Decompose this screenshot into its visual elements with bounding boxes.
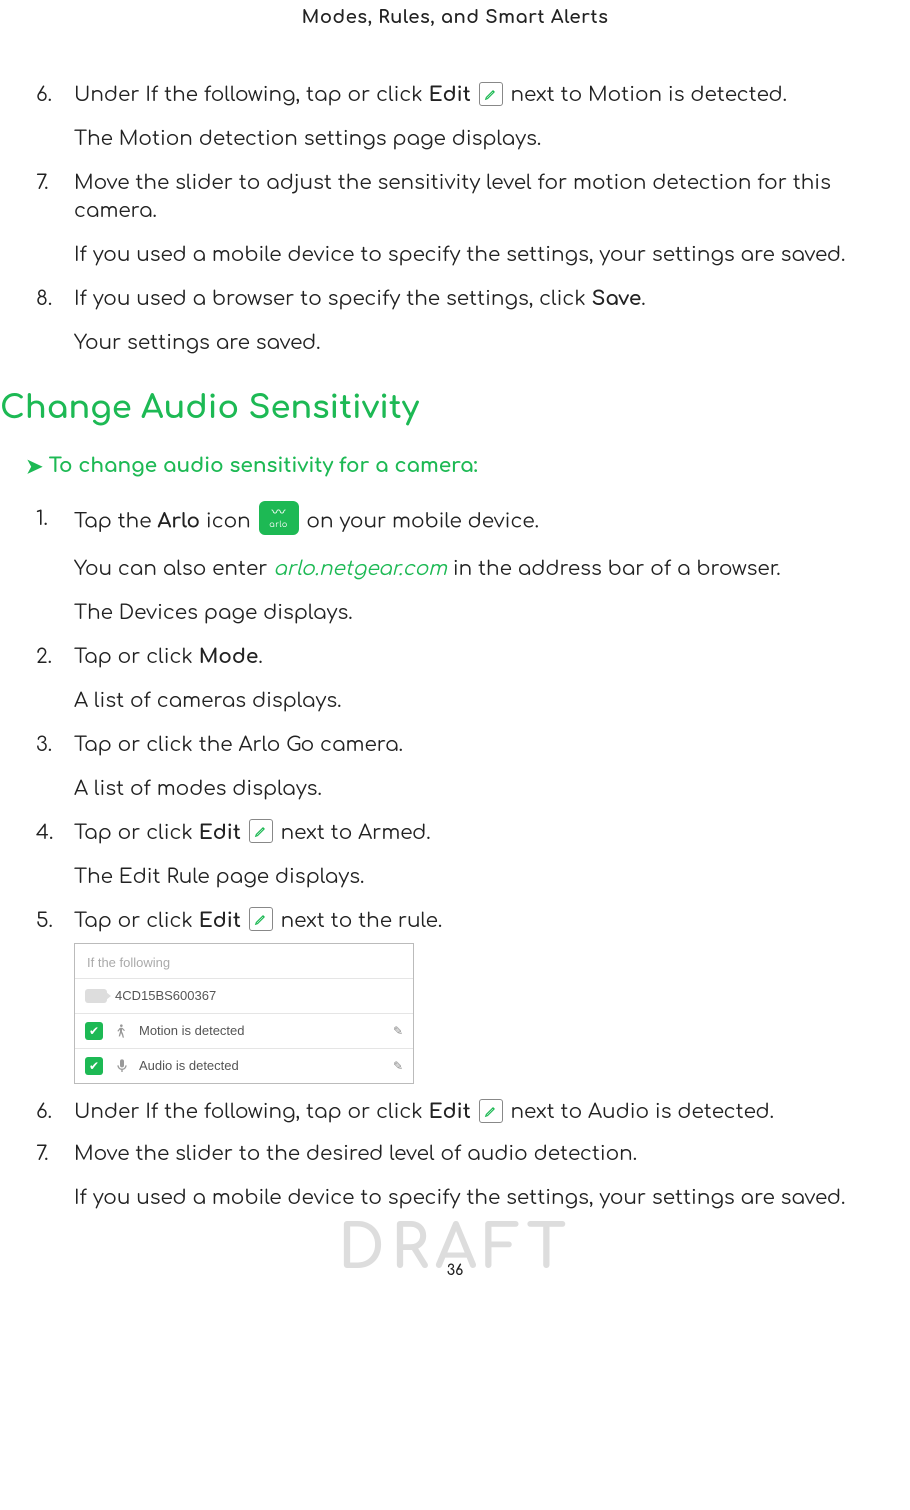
step-followup: The Devices page displays.: [74, 599, 880, 627]
motion-row: ✔ Motion is detected ✎: [75, 1013, 413, 1048]
audio-step-4: 4. Tap or click Edit next to Armed. The …: [74, 819, 880, 891]
step-6: 6. Under If the following, tap or click …: [74, 81, 880, 153]
section-heading: Change Audio Sensitivity: [0, 387, 880, 432]
step-number: 5.: [36, 907, 53, 935]
rule-conditions-screenshot: If the following 4CD15BS600367 ✔ Motion …: [74, 943, 414, 1085]
step-text: Under If the following, tap or click: [74, 1100, 429, 1123]
step-number: 7.: [36, 169, 48, 197]
step-text-post: next to Audio is detected.: [505, 1100, 774, 1123]
step-text: Tap or click: [74, 909, 199, 932]
top-steps-list: 6. Under If the following, tap or click …: [30, 81, 880, 357]
pencil-edit-icon: [249, 907, 273, 931]
step-followup: Your settings are saved.: [74, 329, 880, 357]
step-text: Tap the: [74, 509, 157, 532]
arlo-url-link: arlo.netgear.com: [273, 557, 447, 580]
step-number: 8.: [36, 285, 52, 313]
step-text-mid: icon: [200, 509, 256, 532]
step-text-post: .: [258, 645, 262, 668]
step-text: Move the slider to adjust the sensitivit…: [74, 171, 831, 222]
step-text: Tap or click the Arlo Go camera.: [74, 733, 403, 756]
audio-label: Audio is detected: [139, 1057, 393, 1075]
arlo-app-icon: 〰arlo: [259, 501, 299, 535]
edit-label: Edit: [429, 83, 471, 106]
step-number: 6.: [36, 1098, 52, 1126]
edit-label: Edit: [199, 821, 241, 844]
step-number: 4.: [36, 819, 53, 847]
procedure-subhead: ➤ To change audio sensitivity for a camer…: [26, 452, 880, 481]
step-text: Move the slider to the desired level of …: [74, 1142, 637, 1165]
audio-step-1: 1. Tap the Arlo icon 〰arlo on your mobil…: [74, 505, 880, 627]
step-text: Tap or click: [74, 645, 199, 668]
edit-label: Edit: [429, 1100, 471, 1123]
device-id: 4CD15BS600367: [115, 987, 403, 1005]
mode-label: Mode: [199, 645, 259, 668]
motion-label: Motion is detected: [139, 1022, 393, 1040]
pencil-icon: ✎: [393, 1023, 403, 1040]
page-header: Modes, Rules, and Smart Alerts: [30, 6, 880, 31]
audio-row: ✔ Audio is detected ✎: [75, 1048, 413, 1083]
motion-icon: [113, 1022, 131, 1040]
conditions-header: If the following: [75, 944, 413, 978]
pencil-edit-icon: [249, 819, 273, 843]
subhead-text: To change audio sensitivity for a camera…: [49, 454, 478, 477]
text-part: in the address bar of a browser.: [447, 557, 781, 580]
step-text-post: next to Armed.: [275, 821, 431, 844]
step-followup: The Motion detection settings page displ…: [74, 125, 880, 153]
save-label: Save: [592, 287, 642, 310]
step-number: 1.: [36, 505, 48, 533]
device-row: 4CD15BS600367: [75, 978, 413, 1013]
audio-steps-list: 1. Tap the Arlo icon 〰arlo on your mobil…: [30, 505, 880, 1213]
step-text-post: .: [641, 287, 645, 310]
pencil-edit-icon: [479, 1099, 503, 1123]
step-text-post: next to Motion is detected.: [505, 83, 787, 106]
step-text-post: on your mobile device.: [301, 509, 539, 532]
arlo-label: Arlo: [157, 509, 200, 532]
step-7: 7. Move the slider to adjust the sensiti…: [74, 169, 880, 269]
arrow-icon: ➤: [26, 453, 43, 481]
step-followup: You can also enter arlo.netgear.com in t…: [74, 555, 880, 583]
step-text-post: next to the rule.: [275, 909, 442, 932]
step-followup: If you used a mobile device to specify t…: [74, 1184, 880, 1212]
step-followup: A list of modes displays.: [74, 775, 880, 803]
audio-step-7: 7. Move the slider to the desired level …: [74, 1140, 880, 1212]
text-part: You can also enter: [74, 557, 273, 580]
step-number: 2.: [36, 643, 52, 671]
microphone-icon: [113, 1057, 131, 1075]
edit-label: Edit: [199, 909, 241, 932]
step-followup: The Edit Rule page displays.: [74, 863, 880, 891]
step-text: If you used a browser to specify the set…: [74, 287, 592, 310]
checkbox-checked-icon: ✔: [85, 1057, 103, 1075]
step-text: Tap or click: [74, 821, 199, 844]
step-followup: If you used a mobile device to specify t…: [74, 241, 880, 269]
audio-step-2: 2. Tap or click Mode. A list of cameras …: [74, 643, 880, 715]
page-number: 36: [30, 1262, 880, 1282]
camera-icon: [85, 989, 107, 1003]
step-number: 6.: [36, 81, 52, 109]
step-text: Under If the following, tap or click: [74, 83, 429, 106]
step-followup: A list of cameras displays.: [74, 687, 880, 715]
audio-step-5: 5. Tap or click Edit next to the rule. I…: [74, 907, 880, 1085]
step-number: 3.: [36, 731, 52, 759]
checkbox-checked-icon: ✔: [85, 1022, 103, 1040]
pencil-edit-icon: [479, 82, 503, 106]
step-8: 8. If you used a browser to specify the …: [74, 285, 880, 357]
pencil-icon: ✎: [393, 1058, 403, 1075]
step-number: 7.: [36, 1140, 48, 1168]
audio-step-6: 6. Under If the following, tap or click …: [74, 1098, 880, 1126]
audio-step-3: 3. Tap or click the Arlo Go camera. A li…: [74, 731, 880, 803]
